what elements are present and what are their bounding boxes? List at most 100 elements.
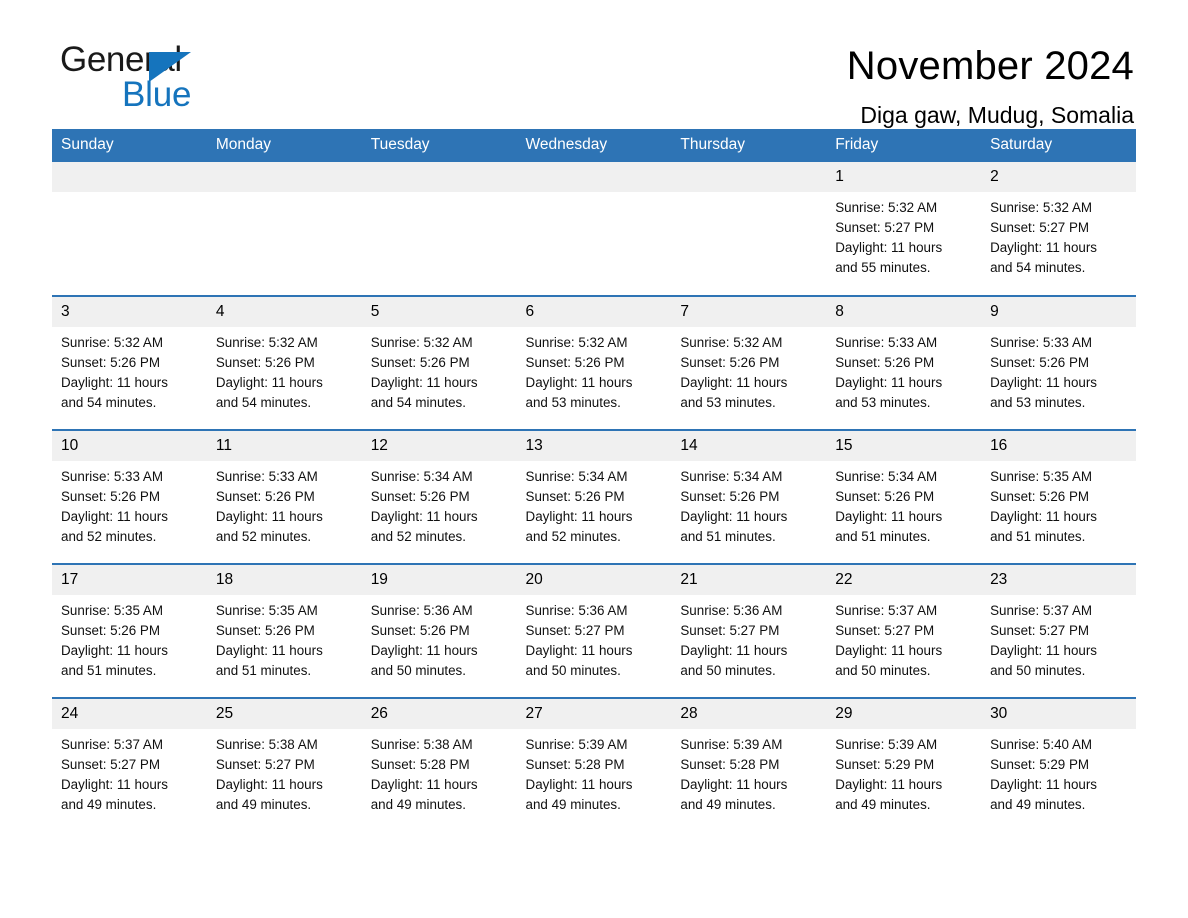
calendar-week-row: 17 Sunrise: 5:35 AM Sunset: 5:26 PM Dayligh…	[52, 563, 1136, 698]
sunset-text: Sunset: 5:26 PM	[835, 489, 935, 504]
sunrise-text: Sunrise: 5:32 AM	[680, 335, 783, 350]
calendar-day-cell[interactable]: 5 Sunrise: 5:32 AM Sunset: 5:26 PM Daylight…	[361, 295, 517, 430]
weekday-header-monday: Monday	[206, 129, 362, 162]
daylight-text-line1: Daylight: 11 hours	[525, 643, 633, 658]
sunrise-text: Sunrise: 5:38 AM	[215, 737, 318, 752]
calendar-week-row: 3 Sunrise: 5:32 AM Sunset: 5:26 PM Daylight…	[52, 295, 1136, 430]
weekday-header-tuesday: Tuesday	[361, 129, 517, 162]
calendar-day-cell[interactable]: 19 Sunrise: 5:36 AM Sunset: 5:26 PM Dayligh…	[361, 563, 517, 698]
calendar-day-cell[interactable]: 29 Sunrise: 5:39 AM Sunset: 5:29 PM Dayligh…	[826, 697, 982, 832]
day-details: Sunrise: 5:36 AM Sunset: 5:27 PM Daylight:…	[671, 595, 826, 681]
sunrise-text: Sunrise: 5:39 AM	[680, 737, 783, 752]
calendar-day-cell[interactable]: 8 Sunrise: 5:33 AM Sunset: 5:26 PM Daylight…	[826, 295, 982, 430]
day-number: 7	[671, 297, 827, 327]
day-details: Sunrise: 5:33 AM Sunset: 5:26 PM Daylight:…	[826, 327, 981, 413]
day-number: 11	[206, 431, 362, 461]
calendar-day-cell[interactable]: 18 Sunrise: 5:35 AM Sunset: 5:26 PM Dayligh…	[206, 563, 362, 698]
day-number: 28	[671, 699, 827, 729]
day-number	[361, 162, 517, 192]
daylight-text-line2: and 50 minutes.	[525, 663, 621, 678]
calendar-day-cell[interactable]: 16 Sunrise: 5:35 AM Sunset: 5:26 PM Dayligh…	[981, 429, 1136, 564]
calendar-day-cell[interactable]: 10 Sunrise: 5:33 AM Sunset: 5:26 PM Dayligh…	[52, 429, 207, 564]
sunrise-text: Sunrise: 5:35 AM	[990, 469, 1093, 484]
calendar-day-cell[interactable]: 27 Sunrise: 5:39 AM Sunset: 5:28 PM Dayligh…	[516, 697, 672, 832]
daylight-text-line2: and 52 minutes.	[61, 529, 157, 544]
calendar-day-cell[interactable]: 3 Sunrise: 5:32 AM Sunset: 5:26 PM Daylight…	[52, 295, 207, 430]
sunset-text: Sunset: 5:26 PM	[370, 355, 470, 370]
calendar-day-cell[interactable]: 4 Sunrise: 5:32 AM Sunset: 5:26 PM Daylight…	[206, 295, 362, 430]
day-details: Sunrise: 5:34 AM Sunset: 5:26 PM Daylight:…	[671, 461, 826, 547]
calendar-cell-empty	[361, 162, 517, 296]
day-number: 9	[981, 297, 1136, 327]
daylight-text-line1: Daylight: 11 hours	[215, 509, 323, 524]
calendar-day-cell[interactable]: 28 Sunrise: 5:39 AM Sunset: 5:28 PM Dayligh…	[671, 697, 827, 832]
sunset-text: Sunset: 5:29 PM	[835, 757, 935, 772]
day-number: 14	[671, 431, 827, 461]
daylight-text-line2: and 54 minutes.	[215, 395, 312, 410]
calendar-day-cell[interactable]: 1 Sunrise: 5:32 AM Sunset: 5:27 PM Daylight…	[826, 162, 982, 296]
daylight-text-line2: and 53 minutes.	[990, 395, 1086, 410]
calendar-day-cell[interactable]: 23 Sunrise: 5:37 AM Sunset: 5:27 PM Dayligh…	[981, 563, 1136, 698]
daylight-text-line2: and 49 minutes.	[370, 797, 466, 812]
day-number: 15	[826, 431, 982, 461]
daylight-text-line1: Daylight: 11 hours	[61, 375, 168, 390]
calendar-day-cell[interactable]: 25 Sunrise: 5:38 AM Sunset: 5:27 PM Dayligh…	[206, 697, 362, 832]
sunset-text: Sunset: 5:26 PM	[215, 489, 315, 504]
calendar-day-cell[interactable]: 2 Sunrise: 5:32 AM Sunset: 5:27 PM Daylight…	[981, 162, 1136, 296]
calendar-day-cell[interactable]: 20 Sunrise: 5:36 AM Sunset: 5:27 PM Dayligh…	[516, 563, 672, 698]
daylight-text-line2: and 49 minutes.	[61, 797, 157, 812]
daylight-text-line1: Daylight: 11 hours	[680, 643, 788, 658]
calendar-day-cell[interactable]: 15 Sunrise: 5:34 AM Sunset: 5:26 PM Dayligh…	[826, 429, 982, 564]
daylight-text-line2: and 53 minutes.	[680, 395, 776, 410]
calendar-day-cell[interactable]: 14 Sunrise: 5:34 AM Sunset: 5:26 PM Dayligh…	[671, 429, 827, 564]
page-title: November 2024	[846, 44, 1134, 88]
calendar-day-cell[interactable]: 17 Sunrise: 5:35 AM Sunset: 5:26 PM Dayligh…	[52, 563, 207, 698]
calendar-day-cell[interactable]: 12 Sunrise: 5:34 AM Sunset: 5:26 PM Dayligh…	[361, 429, 517, 564]
day-details: Sunrise: 5:32 AM Sunset: 5:26 PM Daylight:…	[362, 327, 517, 413]
calendar-day-cell[interactable]: 7 Sunrise: 5:32 AM Sunset: 5:26 PM Daylight…	[671, 295, 827, 430]
weekday-header-row: Sunday Monday Tuesday Wednesday Thursday…	[52, 129, 1136, 162]
daylight-text-line2: and 52 minutes.	[370, 529, 466, 544]
day-details: Sunrise: 5:37 AM Sunset: 5:27 PM Daylight:…	[981, 595, 1136, 681]
day-number: 23	[981, 565, 1136, 595]
weekday-header-sunday: Sunday	[52, 129, 207, 162]
day-details: Sunrise: 5:33 AM Sunset: 5:26 PM Daylight:…	[52, 461, 207, 547]
day-number: 29	[826, 699, 982, 729]
daylight-text-line2: and 55 minutes.	[835, 260, 931, 275]
daylight-text-line1: Daylight: 11 hours	[370, 643, 478, 658]
daylight-text-line1: Daylight: 11 hours	[61, 643, 168, 658]
calendar-day-cell[interactable]: 22 Sunrise: 5:37 AM Sunset: 5:27 PM Dayligh…	[826, 563, 982, 698]
sunrise-text: Sunrise: 5:39 AM	[525, 737, 628, 752]
sunset-text: Sunset: 5:27 PM	[835, 220, 935, 235]
daylight-text-line1: Daylight: 11 hours	[680, 375, 788, 390]
sunset-text: Sunset: 5:26 PM	[370, 623, 470, 638]
sunrise-text: Sunrise: 5:32 AM	[835, 200, 938, 215]
sunset-text: Sunset: 5:27 PM	[215, 757, 315, 772]
sunrise-text: Sunrise: 5:33 AM	[61, 469, 163, 484]
calendar-day-cell[interactable]: 26 Sunrise: 5:38 AM Sunset: 5:28 PM Dayligh…	[361, 697, 517, 832]
sunrise-text: Sunrise: 5:37 AM	[61, 737, 163, 752]
day-details: Sunrise: 5:35 AM Sunset: 5:26 PM Daylight:…	[981, 461, 1136, 547]
sunset-text: Sunset: 5:29 PM	[990, 757, 1090, 772]
day-details: Sunrise: 5:32 AM Sunset: 5:27 PM Daylight:…	[826, 192, 981, 278]
calendar-table: Sunday Monday Tuesday Wednesday Thursday…	[52, 129, 1136, 832]
day-number: 13	[516, 431, 672, 461]
day-details: Sunrise: 5:33 AM Sunset: 5:26 PM Daylight:…	[981, 327, 1136, 413]
sunset-text: Sunset: 5:26 PM	[525, 489, 625, 504]
daylight-text-line1: Daylight: 11 hours	[370, 509, 478, 524]
calendar-day-cell[interactable]: 30 Sunrise: 5:40 AM Sunset: 5:29 PM Dayligh…	[981, 697, 1136, 832]
calendar-cell-empty	[516, 162, 672, 296]
calendar-day-cell[interactable]: 24 Sunrise: 5:37 AM Sunset: 5:27 PM Dayligh…	[52, 697, 207, 832]
calendar-day-cell[interactable]: 13 Sunrise: 5:34 AM Sunset: 5:26 PM Dayligh…	[516, 429, 672, 564]
daylight-text-line1: Daylight: 11 hours	[990, 643, 1097, 658]
sunset-text: Sunset: 5:27 PM	[680, 623, 780, 638]
calendar-day-cell[interactable]: 9 Sunrise: 5:33 AM Sunset: 5:26 PM Daylight…	[981, 295, 1136, 430]
daylight-text-line2: and 53 minutes.	[525, 395, 621, 410]
calendar-day-cell[interactable]: 21 Sunrise: 5:36 AM Sunset: 5:27 PM Dayligh…	[671, 563, 827, 698]
daylight-text-line2: and 49 minutes.	[835, 797, 931, 812]
sunrise-text: Sunrise: 5:34 AM	[370, 469, 473, 484]
sunrise-text: Sunrise: 5:36 AM	[525, 603, 628, 618]
weekday-header-saturday: Saturday	[981, 129, 1136, 162]
calendar-day-cell[interactable]: 11 Sunrise: 5:33 AM Sunset: 5:26 PM Dayligh…	[206, 429, 362, 564]
calendar-day-cell[interactable]: 6 Sunrise: 5:32 AM Sunset: 5:26 PM Daylight…	[516, 295, 672, 430]
